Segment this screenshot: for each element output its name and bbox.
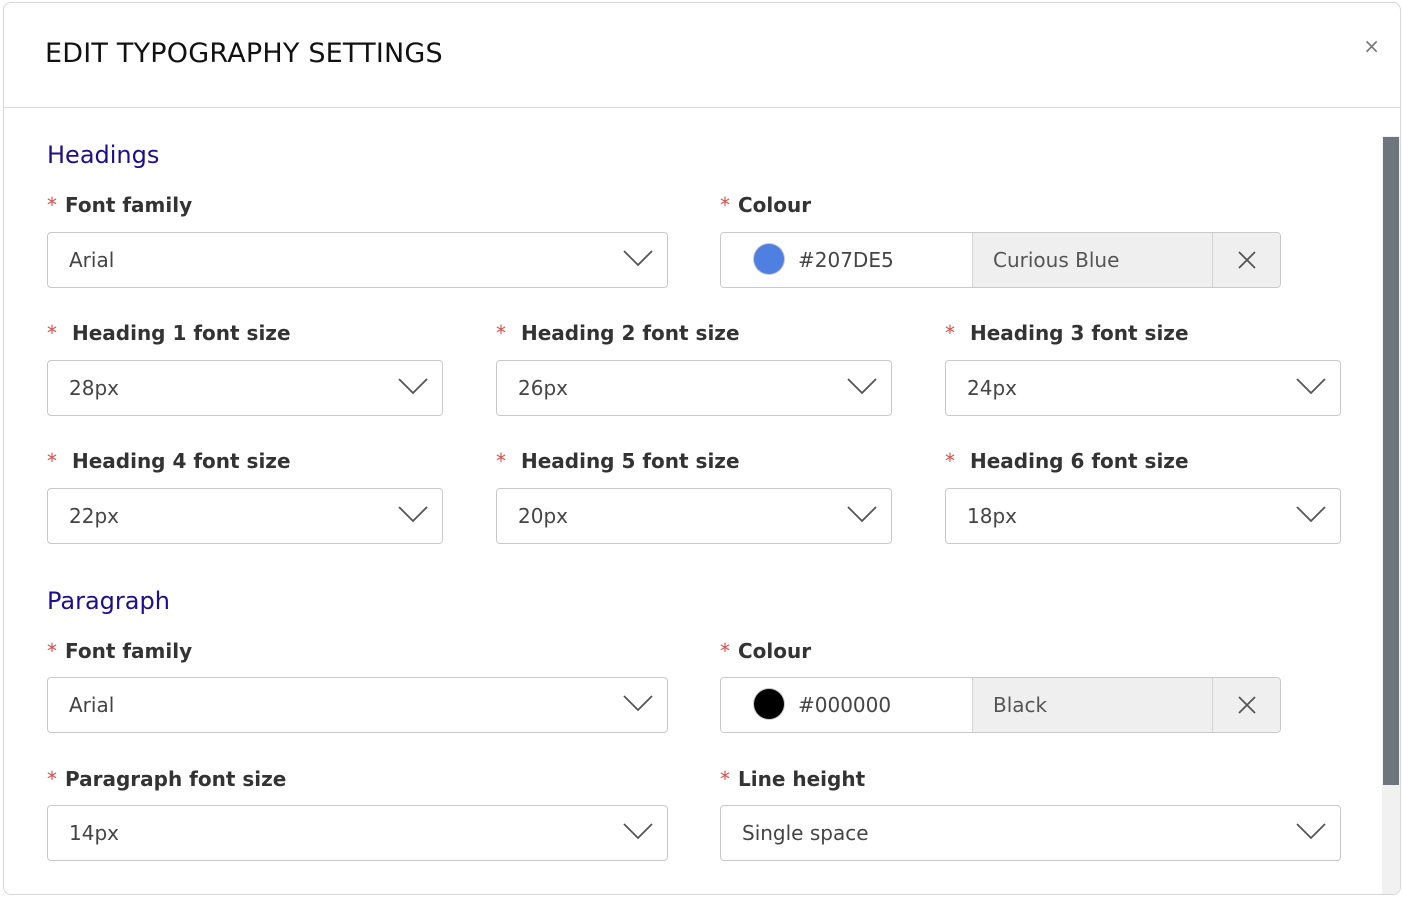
select-value: 22px (69, 504, 119, 528)
select-value: 24px (967, 376, 1017, 400)
close-icon (1238, 251, 1256, 269)
paragraph-colour-label: * Colour (720, 639, 812, 663)
required-asterisk: * (47, 449, 57, 473)
select-value: 26px (518, 376, 568, 400)
required-asterisk: * (945, 321, 955, 345)
headings-colour-label: * Colour (720, 193, 812, 217)
paragraph-font-size-select[interactable]: 14px (47, 805, 668, 861)
heading-6-size-select[interactable]: 18px (945, 488, 1341, 544)
heading-6-size-label: * Heading 6 font size (945, 449, 1189, 473)
chevron-down-icon (623, 823, 653, 840)
required-asterisk: * (47, 321, 57, 345)
colour-name-box: Black (973, 678, 1213, 732)
select-value: 28px (69, 376, 119, 400)
section-title-headings: Headings (47, 141, 160, 169)
paragraph-font-family-label: * Font family (47, 639, 193, 663)
colour-swatch[interactable] (754, 244, 784, 274)
edit-typography-modal: EDIT TYPOGRAPHY SETTINGS × Headings * Fon… (3, 2, 1401, 895)
heading-5-size-select[interactable]: 20px (496, 488, 892, 544)
headings-font-family-select[interactable]: Arial (47, 232, 668, 288)
scrollbar-thumb[interactable] (1383, 137, 1399, 785)
colour-name: Curious Blue (993, 248, 1120, 272)
select-value: 14px (69, 821, 119, 845)
required-asterisk: * (47, 767, 57, 791)
colour-hex-value: #207DE5 (798, 248, 894, 272)
paragraph-font-size-label: * Paragraph font size (47, 767, 287, 791)
chevron-down-icon (623, 250, 653, 267)
required-asterisk: * (720, 767, 730, 791)
chevron-down-icon (847, 506, 877, 523)
heading-3-size-select[interactable]: 24px (945, 360, 1341, 416)
heading-2-size-label: * Heading 2 font size (496, 321, 740, 345)
heading-1-size-label: * Heading 1 font size (47, 321, 291, 345)
colour-hex-input[interactable]: #000000 (721, 678, 973, 732)
colour-hex-value: #000000 (798, 693, 892, 717)
paragraph-font-family-select[interactable]: Arial (47, 677, 668, 733)
chevron-down-icon (398, 506, 428, 523)
required-asterisk: * (945, 449, 955, 473)
colour-swatch[interactable] (754, 689, 784, 719)
close-modal-button[interactable]: × (1363, 36, 1380, 56)
line-height-label: * Line height (720, 767, 866, 791)
chevron-down-icon (847, 378, 877, 395)
chevron-down-icon (1296, 823, 1326, 840)
section-title-paragraph: Paragraph (47, 587, 170, 615)
chevron-down-icon (398, 378, 428, 395)
heading-1-size-select[interactable]: 28px (47, 360, 443, 416)
select-value: 18px (967, 504, 1017, 528)
line-height-select[interactable]: Single space (720, 805, 1341, 861)
clear-colour-button[interactable] (1213, 233, 1280, 287)
select-value: Single space (742, 821, 869, 845)
heading-2-size-select[interactable]: 26px (496, 360, 892, 416)
chevron-down-icon (1296, 378, 1326, 395)
required-asterisk: * (47, 193, 57, 217)
heading-3-size-label: * Heading 3 font size (945, 321, 1189, 345)
headings-colour-picker[interactable]: #207DE5 Curious Blue (720, 232, 1281, 288)
select-value: 20px (518, 504, 568, 528)
required-asterisk: * (720, 193, 730, 217)
required-asterisk: * (720, 639, 730, 663)
select-value: Arial (69, 248, 115, 272)
select-value: Arial (69, 693, 115, 717)
heading-4-size-select[interactable]: 22px (47, 488, 443, 544)
close-icon (1238, 696, 1256, 714)
modal-header: EDIT TYPOGRAPHY SETTINGS × (4, 3, 1400, 108)
required-asterisk: * (496, 321, 506, 345)
required-asterisk: * (496, 449, 506, 473)
modal-title: EDIT TYPOGRAPHY SETTINGS (45, 38, 443, 69)
chevron-down-icon (623, 695, 653, 712)
required-asterisk: * (47, 639, 57, 663)
colour-name: Black (993, 693, 1048, 717)
heading-5-size-label: * Heading 5 font size (496, 449, 740, 473)
colour-name-box: Curious Blue (973, 233, 1213, 287)
colour-hex-input[interactable]: #207DE5 (721, 233, 973, 287)
paragraph-colour-picker[interactable]: #000000 Black (720, 677, 1281, 733)
headings-font-family-label: * Font family (47, 193, 193, 217)
clear-colour-button[interactable] (1213, 678, 1280, 732)
chevron-down-icon (1296, 506, 1326, 523)
heading-4-size-label: * Heading 4 font size (47, 449, 291, 473)
scrollbar[interactable] (1382, 136, 1400, 894)
